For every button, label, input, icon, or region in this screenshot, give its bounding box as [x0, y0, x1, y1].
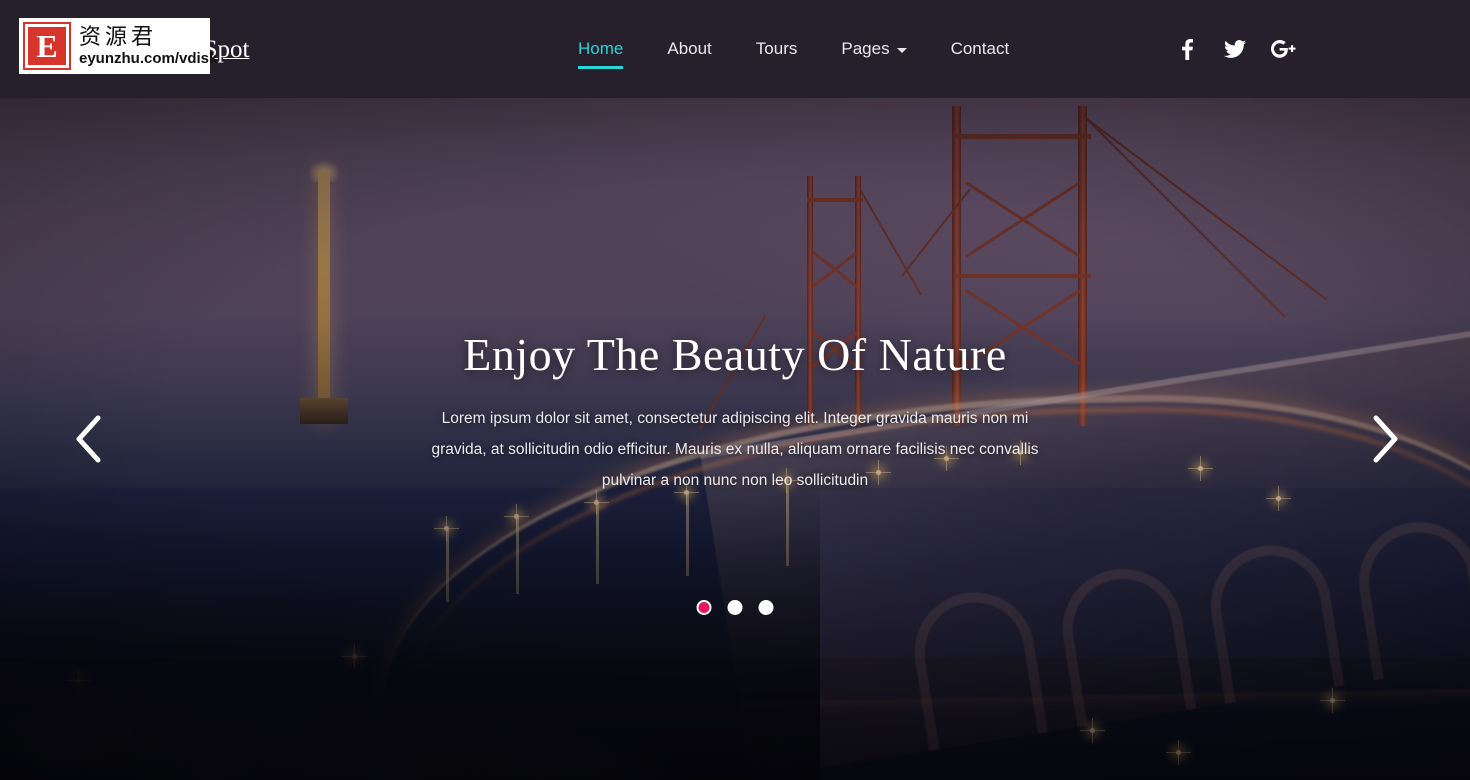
site-header: HolidaySpot Home About Tours Pages Conta…: [0, 0, 1470, 98]
twitter-link[interactable]: [1224, 37, 1246, 61]
google-plus-link[interactable]: [1270, 37, 1296, 61]
nav-item-contact[interactable]: Contact: [951, 31, 1010, 67]
carousel-prev-button[interactable]: [62, 404, 116, 474]
nav-item-home[interactable]: Home: [578, 31, 624, 69]
watermark-logo-letter: E: [36, 28, 58, 64]
chevron-down-icon: [896, 48, 907, 53]
nav-item-pages[interactable]: Pages: [841, 31, 907, 67]
facebook-icon: [1181, 38, 1193, 60]
nav-label-about: About: [667, 39, 712, 58]
watermark-cn-text: 资源君: [79, 24, 158, 50]
nav-item-about[interactable]: About: [667, 31, 711, 67]
watermark-url: eyunzhu.com/vdisk: [79, 49, 218, 67]
hero-title: Enjoy The Beauty Of Nature: [463, 329, 1007, 380]
nav-label-tours: Tours: [755, 39, 798, 58]
active-underline: [578, 66, 624, 69]
carousel-indicator-3[interactable]: [758, 600, 774, 615]
carousel-indicator-2[interactable]: [727, 600, 743, 615]
page-root: Enjoy The Beauty Of Nature Lorem ipsum d…: [0, 0, 1470, 780]
watermark-overlay: E 资源君 eyunzhu.com/vdisk: [19, 18, 217, 74]
nav-label-pages: Pages: [841, 39, 890, 58]
hero-description: Lorem ipsum dolor sit amet, consectetur …: [431, 410, 1039, 489]
main-navigation: Home About Tours Pages Contact: [578, 0, 1009, 98]
hero-carousel: Enjoy The Beauty Of Nature Lorem ipsum d…: [0, 98, 1470, 780]
google-plus-icon: [1270, 39, 1296, 59]
hero-content: Enjoy The Beauty Of Nature Lorem ipsum d…: [0, 98, 1470, 780]
chevron-left-icon: [73, 414, 105, 464]
watermark-text: 资源君 eyunzhu.com/vdisk: [79, 24, 218, 67]
social-links: [1176, 0, 1296, 98]
carousel-indicator-1[interactable]: [696, 600, 712, 615]
facebook-link[interactable]: [1176, 37, 1198, 61]
nav-item-tours[interactable]: Tours: [756, 31, 798, 67]
carousel-indicators: [696, 600, 774, 615]
twitter-icon: [1224, 39, 1246, 59]
nav-label-home: Home: [578, 39, 624, 58]
nav-label-contact: Contact: [950, 39, 1010, 58]
watermark-logo-icon: E: [23, 22, 71, 70]
carousel-next-button[interactable]: [1358, 404, 1412, 474]
chevron-right-icon: [1369, 414, 1401, 464]
